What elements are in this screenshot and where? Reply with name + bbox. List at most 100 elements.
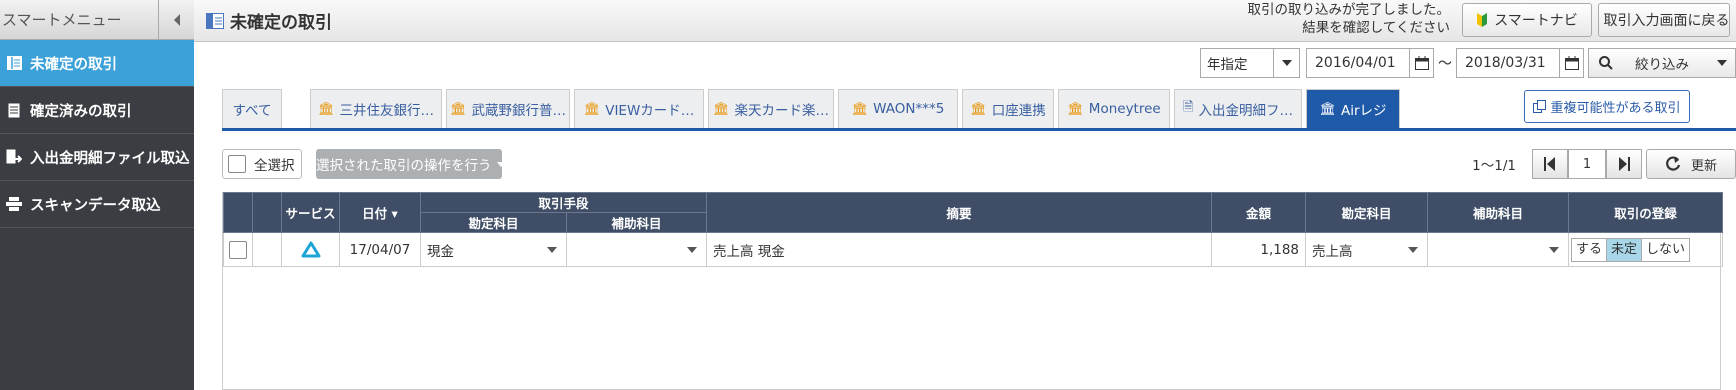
date-from-input[interactable]: 2016/04/01 [1306,48,1434,78]
chevron-left-icon [173,13,180,26]
header-summary: 摘要 [706,192,1213,233]
row-blank-cell [252,232,282,267]
tab-waon[interactable]: 🏛 WAON***5 [838,89,958,128]
tab-airregi[interactable]: 🏛 Airレジ [1306,89,1400,128]
page-title-text: 未確定の取引 [230,13,332,33]
back-to-entry-button[interactable]: 取引入力画面に戻る [1598,3,1730,37]
sidebar-item-confirmed[interactable]: 確定済みの取引 [0,87,194,134]
first-page-button[interactable] [1532,149,1568,179]
tab-moneytree[interactable]: 🏛 Moneytree [1058,89,1170,128]
bulk-operation-button[interactable]: 選択された取引の操作を行う [316,149,502,179]
sidebar-item-label: スキャンデータ取込 [30,197,161,214]
page-number-input[interactable]: 1 [1568,149,1606,179]
account-value: 売上高 [1312,243,1353,260]
tab-label: 三井住友銀行… [339,103,435,119]
header-method-account: 勘定科目 [420,212,567,233]
tab-all[interactable]: すべて [222,89,282,128]
narrow-down-button[interactable]: 絞り込み [1588,48,1736,78]
header-amount: 金額 [1211,192,1307,233]
file-icon: 🗎 [1183,100,1194,115]
narrow-down-label: 絞り込み [1635,57,1689,73]
dropdown-arrow-icon [538,234,566,266]
airregi-icon [301,241,320,258]
dropdown-arrow-icon [1540,234,1568,266]
caret-down-icon [496,161,502,167]
header-method: 取引手段 [419,192,708,213]
scanner-icon [6,196,22,212]
transactions-table: サービス 日付 ▾ 取引手段 摘要 金額 勘定科目 補助科目 取引の登録 勘定科… [222,192,1724,390]
tab-smbc[interactable]: 🏛 三井住友銀行… [310,89,442,128]
tab-account-link[interactable]: 🏛 口座連携 [962,89,1054,128]
first-page-icon [1544,157,1555,171]
select-all-checkbox[interactable]: 全選択 [222,149,302,179]
row-checkbox[interactable] [229,240,247,259]
duplicate-label: 重複可能性がある取引 [1550,101,1681,116]
tab-musashino[interactable]: 🏛 武蔵野銀行普… [446,89,570,128]
calendar-icon[interactable] [1409,49,1433,77]
tab-label: すべて [232,103,272,119]
sidebar-item-scan-import[interactable]: スキャンデータ取込 [0,181,194,228]
sub-account-select[interactable] [1427,232,1570,267]
sort-desc-icon: ▾ [391,206,398,221]
method-account-select[interactable]: 現金 [420,232,567,267]
dropdown-arrow-icon [1399,234,1427,266]
tab-statement-file[interactable]: 🗎 入出金明細フ… [1174,89,1302,128]
calendar-icon[interactable] [1559,49,1583,77]
bank-icon: 🏛 [449,101,467,117]
refresh-icon [1666,156,1681,171]
header-service: サービス [281,192,340,233]
header-account: 勘定科目 [1305,192,1429,233]
register-pending-button[interactable]: 未定 [1606,237,1643,262]
bank-icon: 🏛 [583,101,601,117]
account-tabs: すべて 🏛 三井住友銀行… 🏛 武蔵野銀行普… 🏛 VIEWカード… 🏛 楽天カード楽…… [222,89,1736,131]
header-blank-col [252,192,282,233]
smart-navi-button[interactable]: スマートナビ [1462,3,1592,37]
dropdown-arrow-icon [1273,49,1299,77]
bank-icon: 🏛 [712,101,730,117]
sidebar-item-unconfirmed[interactable]: 未確定の取引 [0,40,194,87]
account-select[interactable]: 売上高 [1305,232,1429,267]
register-cell: する 未定 しない [1568,232,1724,267]
page-header: 未確定の取引 取引の取り込みが完了しました。 結果を確認してください スマートナ… [194,0,1736,42]
sidebar-item-file-import[interactable]: 入出金明細ファイル取込 [0,134,194,181]
tab-label: VIEWカード… [605,103,695,119]
method-account-value: 現金 [427,243,454,260]
register-yes-button[interactable]: する [1571,237,1608,262]
back-label: 取引入力画面に戻る [1603,13,1730,29]
bank-icon: 🏛 [970,101,987,117]
tab-rakuten[interactable]: 🏛 楽天カード楽… [708,89,834,128]
table-toolbar: 全選択 選択された取引の操作を行う 1～1/1 1 更新 [222,149,1736,179]
page-title: 未確定の取引 [206,8,332,33]
beginner-mark-icon [1477,13,1488,27]
status-message-line2: 結果を確認してください [1302,20,1450,36]
date-to-input[interactable]: 2018/03/31 [1456,48,1584,78]
sidebar-header: スマートメニュー [0,0,194,40]
method-sub-select[interactable] [565,232,708,267]
bulk-operation-label: 選択された取引の操作を行う [316,158,492,174]
tab-label: WAON***5 [873,101,945,117]
tab-view-card[interactable]: 🏛 VIEWカード… [574,89,704,128]
register-no-button[interactable]: しない [1641,237,1691,262]
pagination: 1～1/1 1 更新 [1472,149,1736,179]
period-type-value: 年指定 [1207,57,1248,73]
main-area: 未確定の取引 取引の取り込みが完了しました。 結果を確認してください スマートナ… [194,0,1736,390]
refresh-button[interactable]: 更新 [1646,149,1736,179]
checkbox[interactable] [228,155,246,173]
summary-cell[interactable]: 売上高 現金 [706,232,1213,267]
copy-icon [1533,100,1547,113]
duplicate-transactions-button[interactable]: 重複可能性がある取引 [1524,90,1690,123]
last-page-button[interactable] [1606,149,1642,179]
file-import-icon [6,149,22,165]
date-cell: 17/04/07 [339,232,421,267]
tab-label: 口座連携 [991,103,1046,119]
service-cell [281,232,340,267]
period-type-select[interactable]: 年指定 [1200,48,1300,78]
select-all-label: 全選択 [254,158,295,174]
status-message-line1: 取引の取り込みが完了しました。 [1247,2,1451,18]
date-range-separator: ～ [1438,56,1452,72]
collapse-sidebar-button[interactable] [158,0,194,40]
smart-navi-label: スマートナビ [1494,13,1578,29]
ledger-icon [206,12,224,29]
header-checkbox-col [223,192,253,233]
header-date-sort[interactable]: 日付 ▾ [339,192,421,233]
